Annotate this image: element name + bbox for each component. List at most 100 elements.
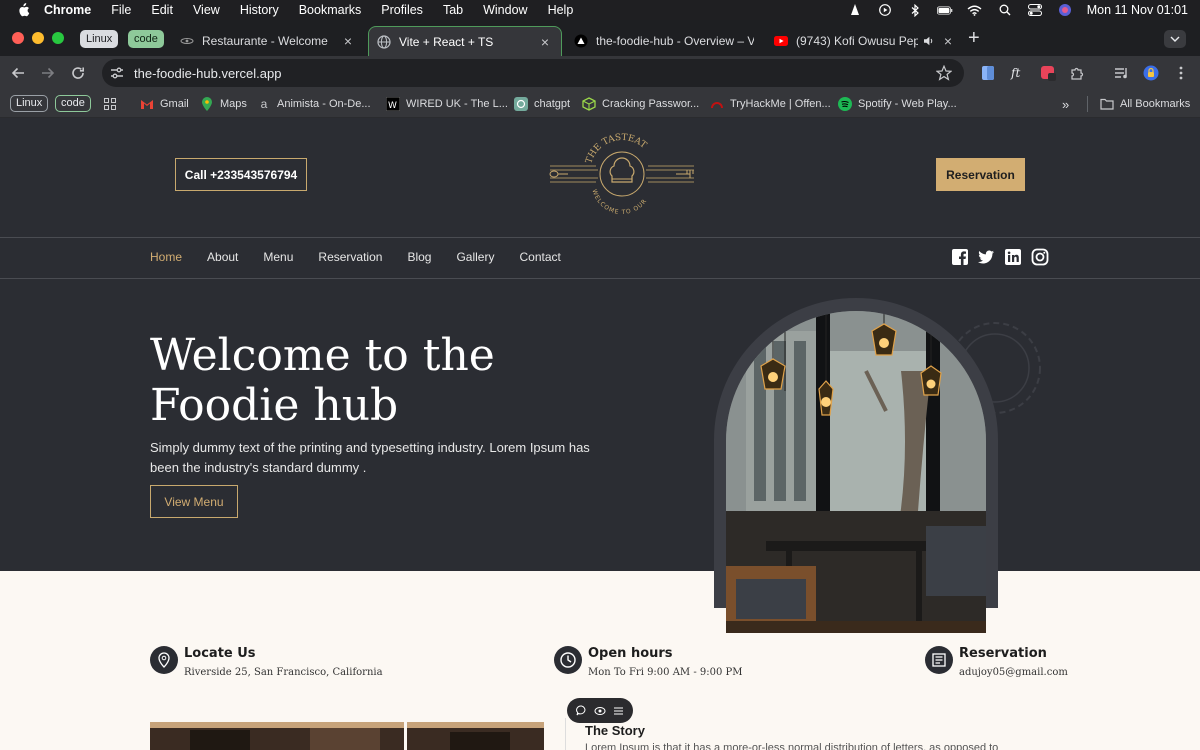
restaurant-favicon-icon bbox=[180, 34, 194, 48]
tab-group-linux[interactable]: Linux bbox=[80, 30, 119, 48]
info-subtitle: adujoy05@gmail.com bbox=[959, 667, 1068, 678]
nav-contact[interactable]: Contact bbox=[519, 250, 560, 264]
tab-youtube[interactable]: (9743) Kofi Owusu Peprah × bbox=[766, 26, 964, 56]
info-title: Locate Us bbox=[184, 646, 256, 661]
bookmark-spotify[interactable]: Spotify - Web Play... bbox=[838, 96, 957, 112]
bookmark-tryhackme[interactable]: TryHackMe | Offen... bbox=[710, 96, 831, 112]
nav-blog[interactable]: Blog bbox=[407, 250, 431, 264]
wifi-icon[interactable] bbox=[967, 4, 983, 16]
tab-title: (9743) Kofi Owusu Peprah bbox=[796, 34, 918, 48]
browser-menu-icon[interactable] bbox=[1173, 65, 1189, 81]
menu-file[interactable]: File bbox=[111, 3, 131, 17]
back-button[interactable] bbox=[10, 65, 26, 81]
menu-app-name[interactable]: Chrome bbox=[44, 3, 91, 17]
bookmark-animista[interactable]: a Animista - On-De... bbox=[257, 96, 371, 112]
comment-icon[interactable] bbox=[576, 705, 587, 716]
speaker-icon[interactable] bbox=[922, 34, 936, 48]
apple-icon[interactable] bbox=[16, 3, 30, 17]
nav-about[interactable]: About bbox=[207, 250, 238, 264]
new-tab-button[interactable]: + bbox=[968, 28, 980, 48]
youtube-icon bbox=[774, 34, 788, 48]
menu-edit[interactable]: Edit bbox=[151, 3, 173, 17]
tab-vite-react[interactable]: Vite + React + TS × bbox=[368, 26, 562, 56]
tasteat-logo[interactable]: THE TASTEAT WELCOME TO OUR bbox=[546, 132, 698, 216]
hero-title: Welcome to the Foodie hub bbox=[150, 330, 495, 431]
all-bookmarks[interactable]: All Bookmarks bbox=[1100, 96, 1190, 112]
menu-history[interactable]: History bbox=[240, 3, 279, 17]
hero-subtitle: Simply dummy text of the printing and ty… bbox=[150, 440, 590, 475]
close-window-button[interactable] bbox=[12, 32, 24, 44]
nav-menu[interactable]: Menu bbox=[263, 250, 293, 264]
story-title: The Story bbox=[585, 723, 645, 738]
logo-bottom-text: WELCOME TO OUR bbox=[591, 188, 649, 216]
all-bookmarks-label: All Bookmarks bbox=[1120, 98, 1191, 110]
play-icon[interactable] bbox=[877, 4, 893, 16]
control-center-icon[interactable] bbox=[1027, 4, 1043, 16]
menu-help[interactable]: Help bbox=[548, 3, 574, 17]
battery-icon[interactable] bbox=[936, 4, 953, 16]
call-button[interactable]: Call +233543576794 bbox=[175, 158, 307, 191]
facebook-icon[interactable] bbox=[951, 248, 969, 266]
forward-button[interactable] bbox=[40, 65, 56, 81]
reservation-button[interactable]: Reservation bbox=[936, 158, 1025, 191]
tab-group-code[interactable]: code bbox=[128, 30, 164, 48]
close-tab-icon[interactable]: × bbox=[537, 34, 553, 50]
nav-home[interactable]: Home bbox=[150, 250, 182, 264]
extension-red-icon[interactable] bbox=[1040, 65, 1056, 81]
browser-tab-strip: Linux code Restaurante - Welcome × Vite … bbox=[0, 20, 1200, 56]
bookmark-maps[interactable]: Maps bbox=[200, 96, 247, 112]
site-settings-icon[interactable] bbox=[110, 66, 124, 80]
view-menu-button[interactable]: View Menu bbox=[150, 485, 238, 518]
extension-docs-icon[interactable] bbox=[980, 65, 996, 81]
nav-top-divider bbox=[0, 237, 1200, 238]
extension-font-icon[interactable]: ft bbox=[1010, 65, 1026, 81]
tab-search-button[interactable] bbox=[1164, 30, 1186, 48]
story-divider bbox=[565, 718, 566, 750]
reload-button[interactable] bbox=[70, 65, 86, 81]
macos-menu-bar: Chrome File Edit View History Bookmarks … bbox=[0, 0, 1200, 20]
apps-grid-icon[interactable] bbox=[104, 96, 116, 112]
minimize-window-button[interactable] bbox=[32, 32, 44, 44]
bluetooth-icon[interactable] bbox=[907, 3, 923, 17]
menu-clock[interactable]: Mon 11 Nov 01:01 bbox=[1087, 3, 1188, 17]
siri-icon[interactable] bbox=[1057, 4, 1073, 16]
nav-gallery[interactable]: Gallery bbox=[456, 250, 494, 264]
instagram-icon[interactable] bbox=[1031, 248, 1049, 266]
bookmark-cracking-passwords[interactable]: Cracking Passwor... bbox=[582, 96, 699, 112]
bookmark-chatgpt[interactable]: chatgpt bbox=[514, 96, 570, 112]
restaurant-interior-image bbox=[726, 311, 986, 633]
menu-profiles[interactable]: Profiles bbox=[381, 3, 423, 17]
eye-icon[interactable] bbox=[594, 706, 606, 716]
tab-restaurante[interactable]: Restaurante - Welcome × bbox=[172, 26, 364, 56]
menu-bookmarks[interactable]: Bookmarks bbox=[299, 3, 362, 17]
twitter-icon[interactable] bbox=[977, 248, 995, 266]
list-menu-icon[interactable] bbox=[613, 706, 624, 716]
bookmark-group-linux[interactable]: Linux bbox=[10, 95, 49, 112]
extensions-puzzle-icon[interactable] bbox=[1069, 65, 1085, 81]
bookmark-wired[interactable]: W WIRED UK - The L... bbox=[386, 96, 508, 112]
bookmark-label: TryHackMe | Offen... bbox=[730, 98, 831, 110]
menu-view[interactable]: View bbox=[193, 3, 220, 17]
maximize-window-button[interactable] bbox=[52, 32, 64, 44]
close-tab-icon[interactable]: × bbox=[940, 33, 956, 49]
nav-reservation[interactable]: Reservation bbox=[318, 250, 382, 264]
more-bookmarks-icon[interactable]: » bbox=[1062, 96, 1069, 112]
tab-vercel-overview[interactable]: the-foodie-hub - Overview – V bbox=[566, 26, 762, 56]
bookmark-group-code[interactable]: code bbox=[55, 95, 91, 112]
close-tab-icon[interactable]: × bbox=[340, 33, 356, 49]
menu-tab[interactable]: Tab bbox=[443, 3, 463, 17]
address-bar[interactable]: the-foodie-hub.vercel.app bbox=[102, 59, 964, 87]
url-text[interactable]: the-foodie-hub.vercel.app bbox=[134, 66, 281, 81]
info-open-hours: Open hours Mon To Fri 9:00 AM - 9:00 PM bbox=[554, 646, 743, 678]
linkedin-icon[interactable] bbox=[1004, 248, 1022, 266]
website-viewport: Call +233543576794 THE TASTEAT WELCOME T… bbox=[0, 118, 1200, 750]
bookmark-label: Spotify - Web Play... bbox=[858, 98, 957, 110]
vlc-icon[interactable] bbox=[847, 4, 863, 16]
search-icon[interactable] bbox=[997, 4, 1013, 16]
menu-window[interactable]: Window bbox=[483, 3, 527, 17]
bookmark-star-icon[interactable] bbox=[936, 65, 952, 81]
media-control-icon[interactable] bbox=[1114, 65, 1130, 81]
profile-avatar-icon[interactable] bbox=[1143, 65, 1159, 81]
bookmark-gmail[interactable]: Gmail bbox=[140, 96, 189, 112]
tab-title: Vite + React + TS bbox=[399, 34, 494, 49]
